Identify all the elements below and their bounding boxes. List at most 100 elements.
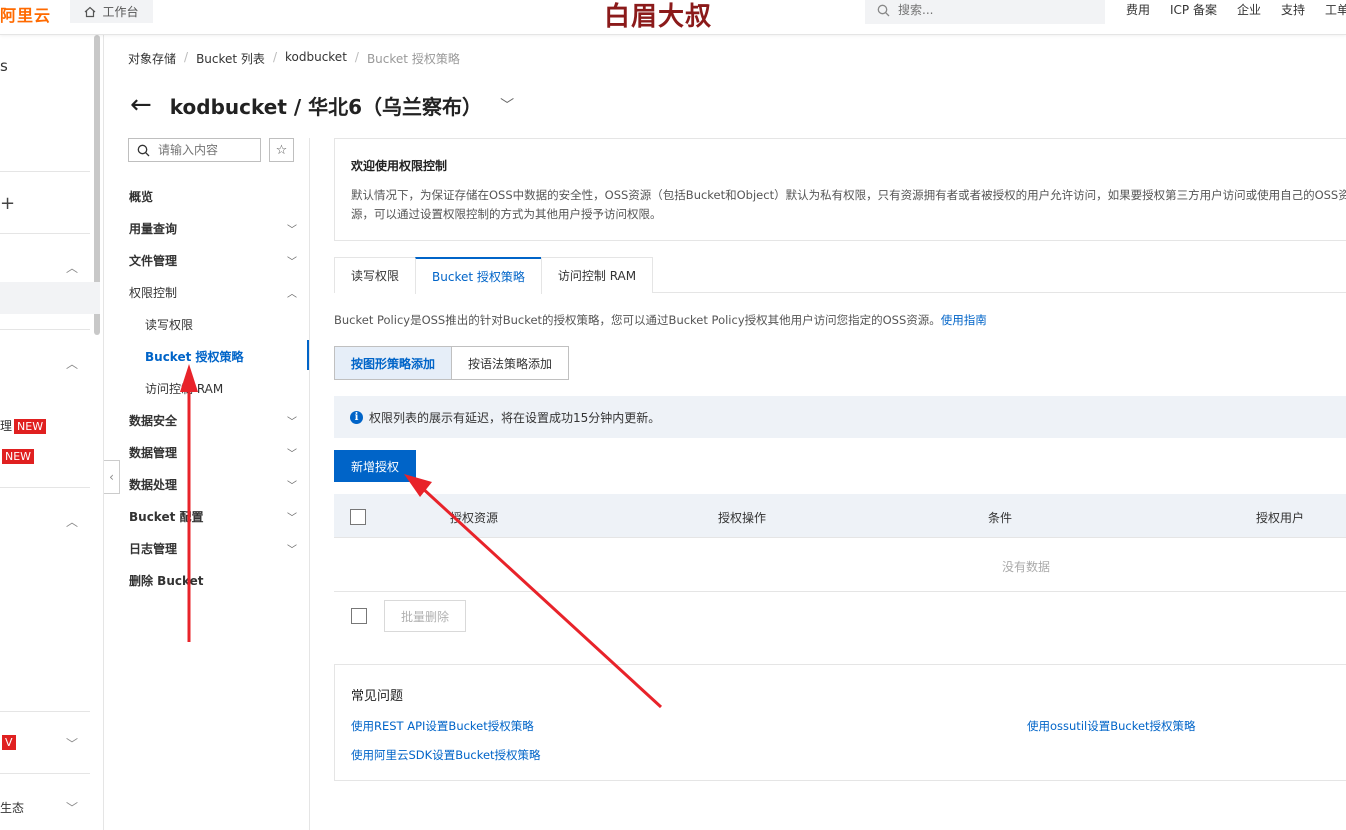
menu-item-read-write[interactable]: 读写权限 [129, 308, 301, 340]
tab-ram[interactable]: 访问控制 RAM [540, 257, 654, 293]
chevron-up-icon[interactable]: ︿ [66, 513, 78, 530]
menu-item-files[interactable]: 文件管理 ﹀ [129, 244, 301, 276]
menu-item-label: 数据安全 [129, 413, 178, 428]
chevron-down-icon: ﹀ [287, 256, 297, 268]
menu-item-data-security[interactable]: 数据安全 ﹀ [129, 404, 301, 436]
top-navigation-bar: 阿里云 工作台 白眉大叔 费用 ICP 备案 企业 支持 工单 [0, 0, 1346, 35]
favorite-button[interactable]: ☆ [269, 138, 294, 162]
batch-delete-button[interactable]: 批量删除 [384, 600, 466, 632]
chevron-up-icon: ︿ [287, 288, 297, 300]
chevron-up-icon[interactable]: ︿ [66, 355, 78, 372]
menu-item-usage[interactable]: 用量查询 ﹀ [129, 212, 301, 244]
guide-link[interactable]: 使用指南 [941, 313, 987, 327]
breadcrumb-item-bucket[interactable]: kodbucket [285, 50, 347, 67]
delay-notice: i 权限列表的展示有延迟，将在设置成功15分钟内更新。 [334, 396, 1346, 438]
back-arrow-icon[interactable]: ← [130, 90, 152, 120]
breadcrumb: 对象存储 / Bucket 列表 / kodbucket / Bucket 授权… [128, 50, 460, 67]
menu-item-overview[interactable]: 概览 [129, 180, 301, 212]
welcome-text: 默认情况下，为保证存储在OSS中数据的安全性，OSS资源（包括Bucket和Ob… [351, 188, 1346, 221]
policy-mode-switch: 按图形策略添加 按语法策略添加 [334, 346, 570, 380]
faq-link-rest-api[interactable]: 使用REST API设置Bucket授权策略 [351, 718, 534, 734]
column-user: 授权用户 [1256, 511, 1305, 525]
menu-search-input[interactable] [158, 143, 258, 157]
star-icon: ☆ [275, 142, 288, 158]
menu-item-access-control[interactable]: 权限控制 ︿ [129, 276, 301, 308]
menu-item-bucket-policy[interactable]: Bucket 授权策略 [129, 340, 301, 372]
sidebar-fragment-top: s [0, 57, 8, 75]
menu-item-bucket-config[interactable]: Bucket 配置 ﹀ [129, 500, 301, 532]
breadcrumb-separator: / [354, 50, 359, 64]
tab-bucket-policy[interactable]: Bucket 授权策略 [415, 257, 542, 294]
menu-item-label: Bucket 授权策略 [145, 349, 244, 364]
column-resource: 授权资源 [450, 511, 499, 525]
chevron-down-icon: ﹀ [287, 480, 297, 492]
top-link-icp[interactable]: ICP 备案 [1170, 1, 1217, 18]
breadcrumb-item-oss[interactable]: 对象存储 [128, 50, 176, 67]
menu-search-box[interactable] [128, 138, 261, 162]
home-icon [85, 6, 96, 17]
new-badge: NEW [2, 449, 35, 464]
select-all-checkbox[interactable] [350, 509, 366, 525]
chevron-down-icon: ﹀ [287, 224, 297, 236]
workbench-button[interactable]: 工作台 [70, 0, 153, 23]
new-badge: NEW [14, 419, 47, 434]
menu-item-logs[interactable]: 日志管理 ﹀ [129, 532, 301, 564]
top-link-support[interactable]: 支持 [1281, 1, 1305, 18]
sidebar-item-label: 理 [0, 419, 13, 433]
menu-item-data-processing[interactable]: 数据处理 ﹀ [129, 468, 301, 500]
batch-select-checkbox[interactable] [351, 608, 367, 624]
policy-description-text: Bucket Policy是OSS推出的针对Bucket的授权策略，您可以通过B… [334, 313, 941, 327]
faq-card: 常见问题 使用REST API设置Bucket授权策略 使用ossutil设置B… [334, 664, 1346, 781]
breadcrumb-separator: / [184, 50, 189, 64]
global-search-input[interactable] [898, 3, 1078, 17]
sidebar-selected-item[interactable] [0, 282, 100, 314]
top-link-ticket[interactable]: 工单 [1325, 1, 1346, 18]
search-icon [877, 4, 890, 16]
chevron-left-icon: ‹ [109, 470, 114, 484]
sidebar-divider [0, 773, 90, 774]
table-empty-row: 没有数据 [334, 538, 1346, 592]
sidebar-item-badge-7[interactable]: V [0, 735, 16, 750]
menu-item-delete-bucket[interactable]: 删除 Bucket [129, 564, 301, 596]
top-link-billing[interactable]: 费用 [1126, 1, 1150, 18]
sidebar-fragment-bottom[interactable]: 生态 [0, 799, 24, 816]
syntax-policy-button[interactable]: 按语法策略添加 [452, 346, 570, 380]
chevron-down-icon[interactable]: ﹀ [500, 95, 514, 115]
menu-item-data-management[interactable]: 数据管理 ﹀ [129, 436, 301, 468]
sidebar-divider [0, 487, 90, 488]
menu-item-label: 读写权限 [145, 317, 194, 332]
workbench-label: 工作台 [102, 5, 139, 19]
sidebar-item-new-1[interactable]: 理 NEW [0, 417, 47, 434]
aliyun-logo[interactable]: 阿里云 [0, 2, 51, 26]
collapse-sidebar-button[interactable]: ‹ [104, 460, 120, 494]
chevron-down-icon[interactable]: ﹀ [66, 735, 78, 752]
chevron-down-icon: ﹀ [287, 512, 297, 524]
faq-link-ossutil[interactable]: 使用ossutil设置Bucket授权策略 [1027, 718, 1196, 734]
breadcrumb-item-bucket-list[interactable]: Bucket 列表 [196, 50, 265, 67]
chevron-down-icon[interactable]: ﹀ [66, 799, 78, 816]
menu-item-label: 文件管理 [129, 253, 178, 268]
menu-item-ram[interactable]: 访问控制 RAM [129, 372, 301, 404]
graphic-policy-button[interactable]: 按图形策略添加 [334, 346, 453, 380]
add-authorization-button[interactable]: 新增授权 [334, 450, 416, 482]
chevron-up-icon[interactable]: ︿ [66, 259, 78, 276]
menu-item-label: 删除 Bucket [129, 573, 204, 588]
chevron-down-icon: ﹀ [287, 544, 297, 556]
global-search[interactable] [865, 0, 1105, 24]
delay-notice-text: 权限列表的展示有延迟，将在设置成功15分钟内更新。 [369, 410, 661, 425]
menu-item-label: 日志管理 [129, 541, 178, 556]
sidebar-divider [0, 711, 90, 712]
watermark-brand-text: 白眉大叔 [604, 2, 713, 32]
policy-description: Bucket Policy是OSS推出的针对Bucket的授权策略，您可以通过B… [334, 312, 987, 328]
menu-item-label: 概览 [129, 189, 154, 204]
top-links: 费用 ICP 备案 企业 支持 工单 [1126, 1, 1346, 18]
sidebar-item-new-2[interactable]: NEW [0, 449, 35, 464]
menu-item-label: 访问控制 RAM [145, 381, 224, 396]
faq-link-sdk[interactable]: 使用阿里云SDK设置Bucket授权策略 [351, 747, 541, 763]
top-link-enterprise[interactable]: 企业 [1237, 1, 1261, 18]
add-icon[interactable]: + [0, 193, 15, 214]
menu-item-label: 数据处理 [129, 477, 178, 492]
product-sidebar: s + ︿ ︿ 理 NEW NEW ︿ V ﹀ 生态 ﹀ [0, 35, 104, 830]
tab-read-write[interactable]: 读写权限 [334, 257, 417, 293]
welcome-card: 欢迎使用权限控制 默认情况下，为保证存储在OSS中数据的安全性，OSS资源（包括… [334, 138, 1346, 241]
